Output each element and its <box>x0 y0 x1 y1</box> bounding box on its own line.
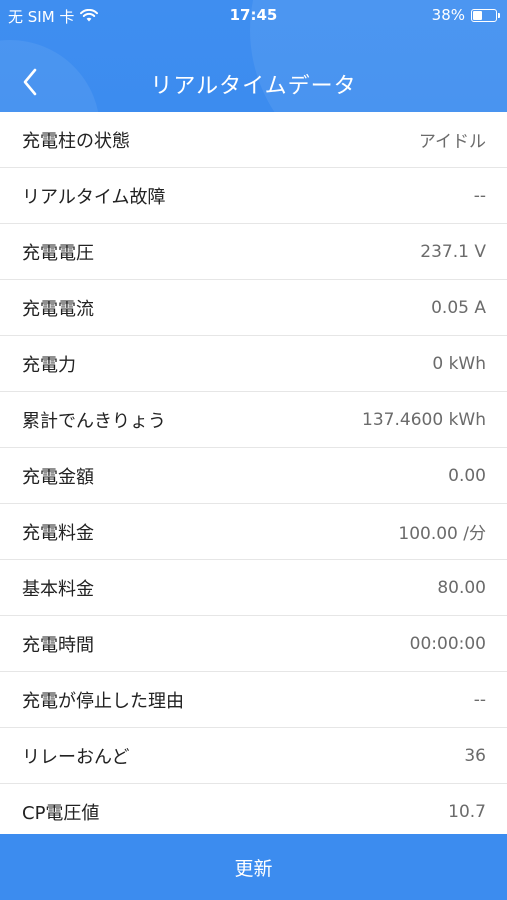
row-label: 基本料金 <box>22 578 94 600</box>
row-label: CP電圧値 <box>22 802 100 824</box>
row-label: 充電柱の状態 <box>22 130 130 152</box>
list-item: 充電料金 100.00 /分 <box>0 504 507 560</box>
row-value: 00:00:00 <box>409 633 486 654</box>
row-label: 充電金額 <box>22 466 94 488</box>
status-bar: 无 SIM 卡 17:45 38% <box>0 0 507 32</box>
list-item: 充電電圧 237.1 V <box>0 224 507 280</box>
row-value: 36 <box>464 745 486 766</box>
battery-level <box>473 10 483 20</box>
battery-percent: 38% <box>431 6 465 24</box>
status-right: 38% <box>431 6 500 24</box>
row-value: 137.4600 kWh <box>362 409 486 430</box>
row-value: -- <box>473 689 486 710</box>
row-label: 充電料金 <box>22 522 94 544</box>
row-label: 充電電圧 <box>22 242 94 264</box>
row-value: 100.00 /分 <box>398 524 486 544</box>
battery-icon <box>471 8 500 22</box>
row-label: 充電時間 <box>22 634 94 656</box>
row-value: 0.05 A <box>431 297 486 318</box>
list-item: 充電が停止した理由 -- <box>0 672 507 728</box>
list-item: 充電力 0 kWh <box>0 336 507 392</box>
nav-bar: リアルタイムデータ <box>0 52 507 112</box>
list-item: 充電電流 0.05 A <box>0 280 507 336</box>
row-label: 充電が停止した理由 <box>22 690 184 712</box>
list-item: 基本料金 80.00 <box>0 560 507 616</box>
list-item: 充電柱の状態 アイドル <box>0 112 507 168</box>
list-item: リアルタイム故障 -- <box>0 168 507 224</box>
row-value: 10.7 <box>448 801 486 822</box>
row-value: 237.1 V <box>420 241 486 262</box>
row-label: リアルタイム故障 <box>22 186 166 208</box>
row-label: リレーおんど <box>22 746 130 768</box>
page-title: リアルタイムデータ <box>150 74 357 99</box>
data-list[interactable]: 充電柱の状態 アイドル リアルタイム故障 -- 充電電圧 237.1 V 充電電… <box>0 112 507 834</box>
app-header: 无 SIM 卡 17:45 38% リアルタイムデータ <box>0 0 507 112</box>
list-item: CP電圧値 10.7 <box>0 784 507 834</box>
row-label: 充電電流 <box>22 298 94 320</box>
row-value: -- <box>473 185 486 206</box>
row-value: アイドル <box>418 132 486 152</box>
row-label: 累計でんきりょう <box>22 410 166 432</box>
row-value: 0.00 <box>448 465 486 486</box>
list-item: リレーおんど 36 <box>0 728 507 784</box>
list-item: 累計でんきりょう 137.4600 kWh <box>0 392 507 448</box>
refresh-button[interactable]: 更新 <box>0 834 507 900</box>
list-item: 充電時間 00:00:00 <box>0 616 507 672</box>
row-value: 80.00 <box>437 577 486 598</box>
row-value: 0 kWh <box>432 353 486 374</box>
row-label: 充電力 <box>22 354 76 376</box>
list-item: 充電金額 0.00 <box>0 448 507 504</box>
